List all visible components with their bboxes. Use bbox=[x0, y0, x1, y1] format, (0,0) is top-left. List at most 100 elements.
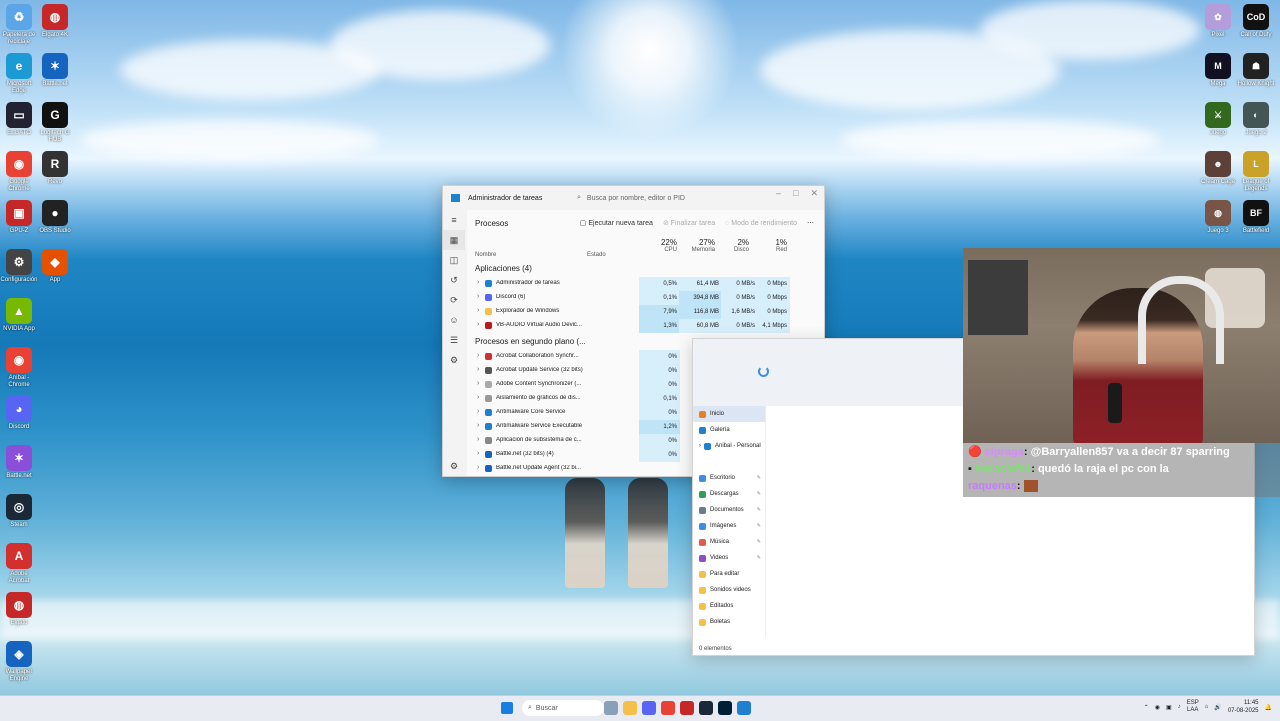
chevron-up-icon[interactable]: ⌃ bbox=[1144, 704, 1149, 711]
chevron-right-icon[interactable]: › bbox=[477, 394, 479, 401]
chevron-right-icon[interactable]: › bbox=[477, 293, 479, 300]
desktop-icon[interactable]: ▲ NVIDIA App bbox=[0, 298, 38, 333]
notification-icon[interactable]: 🔔 bbox=[1265, 704, 1272, 711]
more-options-button[interactable]: ⋯ bbox=[807, 219, 814, 227]
close-icon[interactable]: ✕ bbox=[810, 188, 818, 199]
apps-group-header[interactable]: Aplicaciones (4) bbox=[467, 260, 824, 277]
chevron-right-icon[interactable]: › bbox=[477, 352, 479, 359]
tray-app-icon[interactable]: ♪ bbox=[1178, 704, 1181, 710]
nav-item[interactable]: Boletas bbox=[693, 614, 765, 630]
taskbar-search-box[interactable]: ⌕ Buscar bbox=[522, 700, 604, 716]
services-icon[interactable]: ⚙ bbox=[443, 350, 465, 370]
taskbar-app-icon[interactable] bbox=[604, 701, 618, 715]
nav-item[interactable]: Galería bbox=[693, 422, 765, 438]
nav-item[interactable]: Editados bbox=[693, 598, 765, 614]
end-task-button[interactable]: ⊘ Finalizar tarea bbox=[663, 219, 715, 227]
desktop-icon[interactable]: ◎ Steam bbox=[0, 494, 38, 529]
users-icon[interactable]: ☺ bbox=[443, 310, 465, 330]
chevron-right-icon[interactable]: › bbox=[477, 307, 479, 314]
performance-icon[interactable]: ◫ bbox=[443, 250, 465, 270]
chevron-right-icon[interactable]: › bbox=[477, 279, 479, 286]
process-row[interactable]: › VB-AUDIO Virtual Audio Devic... 1,3% 60,8… bbox=[467, 319, 824, 333]
taskbar-app-icon[interactable] bbox=[699, 701, 713, 715]
desktop-icon[interactable]: ◆ App bbox=[36, 249, 74, 284]
desktop-icon[interactable]: ◕ Discord bbox=[0, 396, 38, 431]
desktop-icon[interactable]: ☻ Cream Cage bbox=[1199, 151, 1237, 186]
chevron-right-icon[interactable]: › bbox=[477, 321, 479, 328]
taskbar-app-icon[interactable] bbox=[680, 701, 694, 715]
nav-item[interactable]: Inicio bbox=[693, 406, 765, 422]
desktop-icon[interactable]: ♻ Papelera de reciclaje bbox=[0, 4, 38, 46]
col-disk[interactable]: 2% Disco bbox=[721, 238, 749, 253]
desktop-icon[interactable]: L League of Legends bbox=[1237, 151, 1275, 193]
nav-item[interactable]: Sonidos videos bbox=[693, 582, 765, 598]
desktop-icon[interactable]: ▭ ELGATO bbox=[0, 102, 38, 137]
desktop-icon[interactable]: ⚔ Juego bbox=[1199, 102, 1237, 137]
taskbar-app-icon[interactable] bbox=[642, 701, 656, 715]
network-icon[interactable]: ⌂ bbox=[1205, 704, 1209, 710]
nav-item[interactable]: Para editar bbox=[693, 566, 765, 582]
process-row[interactable]: › Explorador de Windows 7,9% 116,8 MB 1,6 MB… bbox=[467, 305, 824, 319]
desktop-icon[interactable]: ◍ Elgato 4K bbox=[36, 4, 74, 39]
clock[interactable]: 11:45 07-08-2025 bbox=[1228, 699, 1259, 715]
volume-icon[interactable]: 🔊 bbox=[1214, 704, 1221, 711]
taskbar-app-icon[interactable] bbox=[737, 701, 751, 715]
chevron-right-icon[interactable]: › bbox=[477, 366, 479, 373]
process-row[interactable]: › Administrador de tareas 0,5% 61,4 MB 0 MB/… bbox=[467, 277, 824, 291]
chevron-right-icon[interactable]: › bbox=[699, 443, 701, 449]
desktop-icon[interactable]: ✶ Battle.net bbox=[0, 445, 38, 480]
chevron-right-icon[interactable]: › bbox=[477, 422, 479, 429]
nav-item[interactable]: Videos ✎ bbox=[693, 550, 765, 566]
nav-item[interactable]: Música ✎ bbox=[693, 534, 765, 550]
desktop-icon[interactable]: ● OBS Studio bbox=[36, 200, 74, 235]
desktop-icon[interactable]: ◉ Aníbal - Chrome bbox=[0, 347, 38, 389]
chevron-right-icon[interactable]: › bbox=[477, 464, 479, 471]
settings-icon[interactable]: ⚙ bbox=[443, 456, 465, 476]
desktop-icon[interactable]: ◍ Elgato bbox=[0, 592, 38, 627]
language-indicator[interactable]: ESP LAA bbox=[1187, 700, 1199, 714]
desktop-icon[interactable]: CoD Call of Duty bbox=[1237, 4, 1275, 39]
nav-item[interactable]: Descargas ✎ bbox=[693, 486, 765, 502]
chevron-right-icon[interactable]: › bbox=[477, 450, 479, 457]
processes-icon[interactable]: ▦ bbox=[443, 230, 465, 250]
hamburger-icon[interactable]: ≡ bbox=[443, 210, 465, 230]
nav-item[interactable]: Documentos ✎ bbox=[693, 502, 765, 518]
col-cpu[interactable]: 22% CPU bbox=[647, 238, 677, 253]
details-icon[interactable]: ☰ bbox=[443, 330, 465, 350]
tray-app-icon[interactable]: ▣ bbox=[1166, 704, 1172, 711]
start-button[interactable] bbox=[501, 702, 513, 714]
startup-icon[interactable]: ⟳ bbox=[443, 290, 465, 310]
desktop-icon[interactable]: M Mega bbox=[1199, 53, 1237, 88]
desktop-icon[interactable]: ▣ GPU-Z bbox=[0, 200, 38, 235]
nav-item[interactable]: Imágenes ✎ bbox=[693, 518, 765, 534]
desktop-icon[interactable]: ◉ Google Chrome bbox=[0, 151, 38, 193]
chevron-right-icon[interactable]: › bbox=[477, 436, 479, 443]
run-new-task-button[interactable]: ▢ Ejecutar nueva tarea bbox=[580, 219, 653, 227]
chevron-right-icon[interactable]: › bbox=[477, 380, 479, 387]
desktop-icon[interactable]: R Revo bbox=[36, 151, 74, 186]
process-row[interactable]: › Discord (6) 0,1% 394,8 MB 0 MB/s 0 Mbps bbox=[467, 291, 824, 305]
col-network[interactable]: 1% Red bbox=[759, 238, 787, 253]
efficiency-mode-button[interactable]: ◌ Modo de rendimiento bbox=[725, 220, 797, 227]
chevron-right-icon[interactable]: › bbox=[477, 408, 479, 415]
tray-app-icon[interactable]: ◉ bbox=[1155, 704, 1160, 711]
desktop-icon[interactable]: ☗ Hollow Knight bbox=[1237, 53, 1275, 88]
taskbar-app-icon[interactable] bbox=[623, 701, 637, 715]
desktop-icon[interactable]: ⚙ Configuración bbox=[0, 249, 38, 284]
taskbar-app-icon[interactable] bbox=[718, 701, 732, 715]
desktop-icon[interactable]: ✶ Battle.net bbox=[36, 53, 74, 88]
desktop-icon[interactable]: ◐ Juego 2 bbox=[1237, 102, 1275, 137]
col-status[interactable]: Estado bbox=[587, 252, 606, 258]
desktop-icon[interactable]: BF Battlefield bbox=[1237, 200, 1275, 235]
desktop-icon[interactable]: ✿ Pixel bbox=[1199, 4, 1237, 39]
maximize-icon[interactable]: □ bbox=[793, 188, 798, 199]
desktop-icon[interactable]: G Logitech G HUB bbox=[36, 102, 74, 144]
history-icon[interactable]: ↺ bbox=[443, 270, 465, 290]
col-name[interactable]: Nombre bbox=[475, 252, 496, 258]
desktop-icon[interactable]: A Adobe Acrobat bbox=[0, 543, 38, 585]
desktop-icon[interactable]: ◍ Juego 3 bbox=[1199, 200, 1237, 235]
desktop-icon[interactable]: ◈ Wallpaper Engine bbox=[0, 641, 38, 683]
minimize-icon[interactable]: – bbox=[776, 188, 781, 199]
nav-item[interactable]: › Anibal - Personal bbox=[693, 438, 765, 454]
process-search-input[interactable]: ⌕ Busca por nombre, editor o PID bbox=[577, 191, 707, 205]
